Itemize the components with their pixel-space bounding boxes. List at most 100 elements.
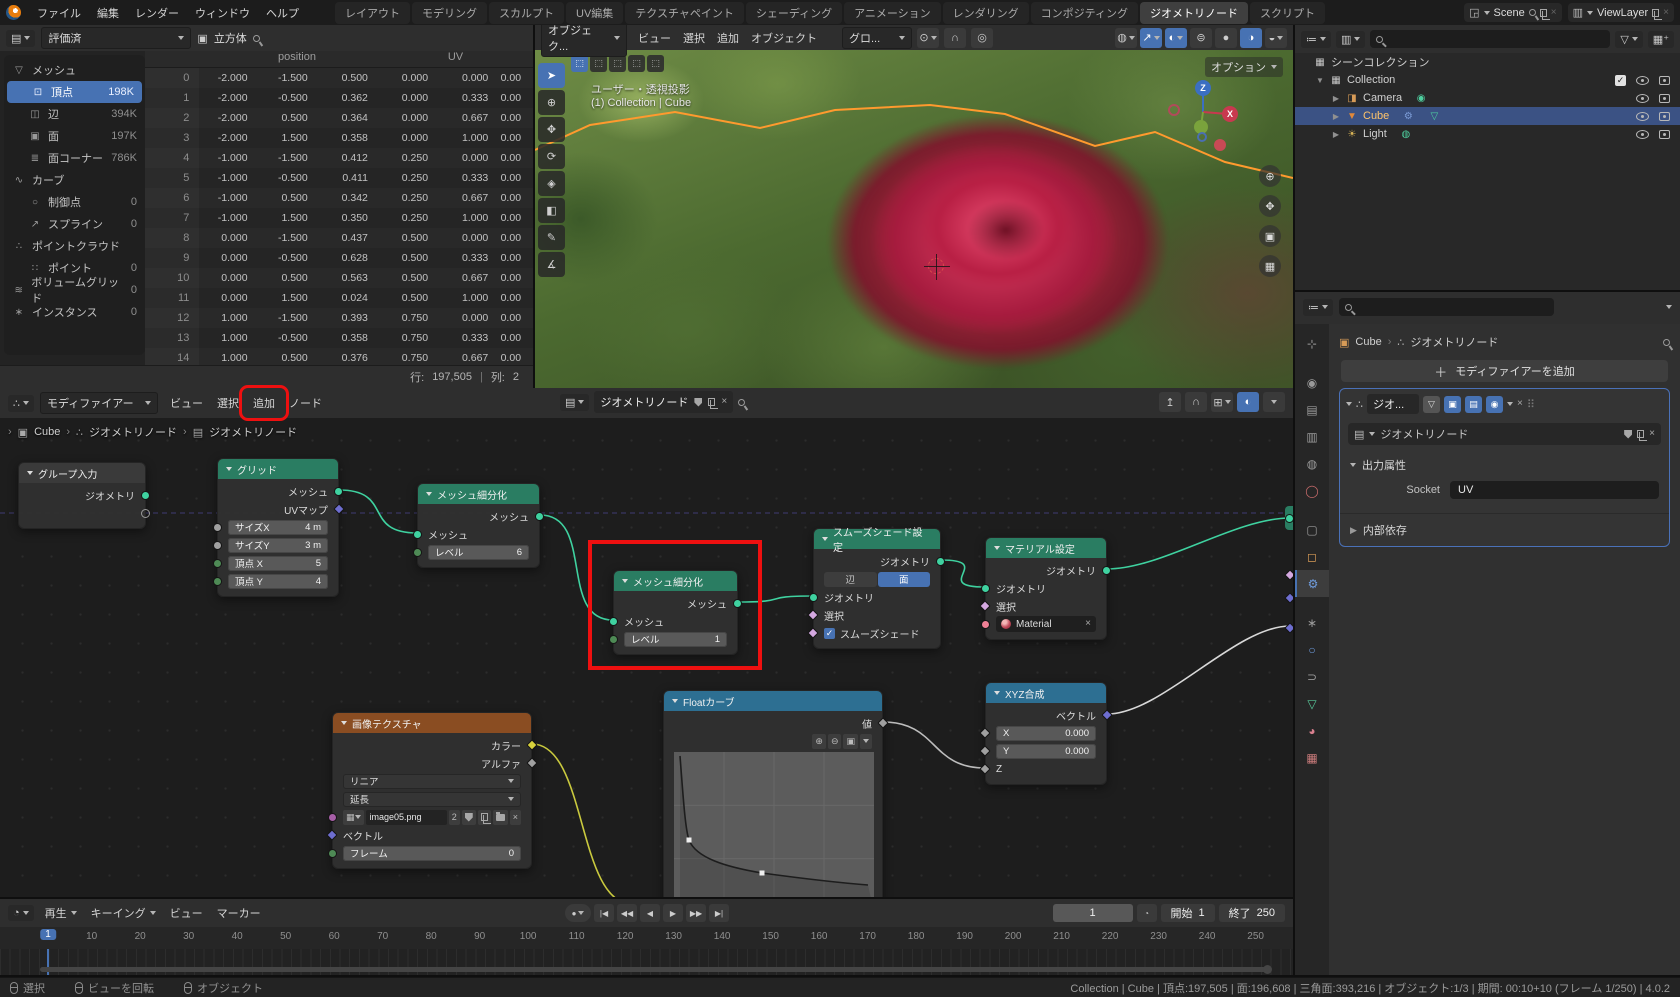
- socket-fd[interactable]: [979, 763, 991, 775]
- tab-モデリング[interactable]: モデリング: [412, 1, 487, 24]
- menu-ウィンドウ[interactable]: ウィンドウ: [187, 3, 258, 23]
- orientation-dropdown[interactable]: グロ...: [842, 26, 912, 49]
- socket-vd[interactable]: [333, 503, 345, 515]
- tab-テクスチャペイント[interactable]: テクスチャペイント: [625, 1, 744, 24]
- outliner-row-Camera[interactable]: ▶ ◨ Camera ◉: [1295, 89, 1680, 107]
- copy-icon[interactable]: [477, 809, 491, 825]
- zoom-icon[interactable]: ⊕: [1259, 165, 1281, 187]
- drag-handle[interactable]: ⠿: [1527, 398, 1536, 411]
- properties-search[interactable]: [1339, 298, 1554, 316]
- auto-key-button[interactable]: ●: [565, 904, 591, 922]
- node-set-shade-smooth[interactable]: スムーズシェード設定 ジオメトリ辺面ジオメトリ 選択 ✓ スムーズシェード: [807, 528, 945, 649]
- socket-int[interactable]: [213, 576, 222, 586]
- frame-end-field[interactable]: 終了 250: [1218, 904, 1285, 922]
- outliner-row-Light[interactable]: ▶ ☀ Light ◍: [1295, 125, 1680, 143]
- gizmo-axis-negx[interactable]: [1168, 104, 1180, 116]
- socket-geo[interactable]: [981, 583, 990, 593]
- select-mode-tweak-icon[interactable]: ⬚: [571, 55, 588, 72]
- use-preview-range-icon[interactable]: ◔: [1136, 904, 1157, 922]
- field-サイズX[interactable]: サイズX 4 m: [228, 519, 328, 535]
- snap-target-icon[interactable]: ⊙: [917, 27, 939, 48]
- socket-bd[interactable]: [807, 627, 819, 639]
- socket-int[interactable]: [413, 547, 422, 557]
- properties-tab-output[interactable]: ▤: [1295, 396, 1329, 423]
- socket-geo[interactable]: [733, 598, 742, 608]
- node-header[interactable]: メッシュ細分化: [614, 571, 737, 591]
- cage-toggle[interactable]: ▣: [1444, 395, 1461, 413]
- camera-view-icon[interactable]: ▣: [1259, 225, 1281, 247]
- add-modifier-button[interactable]: ＋モディファイアーを追加: [1341, 360, 1668, 382]
- output-attributes-section[interactable]: 出力属性: [1340, 449, 1669, 475]
- editor-type-button[interactable]: ◔: [8, 905, 34, 921]
- sidebar-item-スプライン[interactable]: ↗ スプライン 0: [4, 213, 145, 235]
- outliner-row-Cube[interactable]: ▶ ▼ Cube ⚙ ▽: [1295, 107, 1680, 125]
- socket-cd[interactable]: [526, 739, 538, 751]
- eye-icon[interactable]: [1636, 129, 1649, 139]
- node-header[interactable]: Floatカーブ: [664, 691, 882, 711]
- timeline-ruler[interactable]: 1 10 20 30 40 50 60 70 80 90 100 110 120 130 140 150 160…: [0, 927, 1293, 949]
- socket-float[interactable]: [213, 522, 222, 532]
- sidebar-item-頂点[interactable]: ⊡ 頂点 198K: [7, 81, 142, 103]
- properties-tab-data[interactable]: ▽: [1295, 690, 1329, 717]
- snap-magnet-icon[interactable]: ∩: [1185, 392, 1207, 412]
- node-set-material[interactable]: マテリアル設定 ジオメトリ ジオメトリ 選択 Material ×: [979, 537, 1111, 640]
- render-camera-icon[interactable]: [1659, 75, 1670, 85]
- float-curve-widget[interactable]: [674, 752, 874, 897]
- node-header[interactable]: スムーズシェード設定: [814, 528, 940, 554]
- modifier-panel-header[interactable]: ∴ ジオ... ▽ ▣ ▤ ◉ × ⠿: [1340, 389, 1669, 419]
- image-datablock[interactable]: ▦ image05.png 2 ×: [343, 809, 521, 825]
- display-mode-button[interactable]: ▥: [1336, 30, 1366, 48]
- node-tree-datablock[interactable]: ▤ ジオメトリノード ×: [560, 391, 747, 413]
- jump-end-button[interactable]: ▶|: [709, 904, 729, 922]
- options-chevron-icon[interactable]: [860, 733, 872, 749]
- proportional-edit-icon[interactable]: ◎: [971, 27, 993, 48]
- tab-シェーディング[interactable]: シェーディング: [745, 1, 843, 24]
- tab-ジオメトリノード[interactable]: ジオメトリノード: [1139, 1, 1248, 24]
- select-mode-lasso-icon[interactable]: ⬚: [628, 55, 645, 72]
- overlays-toggle-icon[interactable]: ◐: [1165, 27, 1187, 48]
- gizmo-toggle-icon[interactable]: ↗: [1140, 27, 1162, 48]
- field-X[interactable]: X 0.000: [996, 725, 1096, 741]
- sidebar-item-メッシュ[interactable]: ▽ メッシュ: [4, 59, 145, 81]
- properties-tab-texture[interactable]: ▦: [1295, 744, 1329, 771]
- shading-wireframe-icon[interactable]: ⊜: [1190, 27, 1212, 48]
- properties-tab-scene[interactable]: ◍: [1295, 450, 1329, 477]
- measure-tool-icon[interactable]: ∡: [538, 252, 565, 277]
- properties-tab-collection[interactable]: ▢: [1295, 516, 1329, 543]
- overlays-toggle-icon[interactable]: ◐: [1237, 392, 1259, 412]
- render-camera-icon[interactable]: [1659, 111, 1670, 121]
- node-group-selector[interactable]: ▤ ジオメトリノード ×: [1348, 423, 1661, 445]
- node-subdiv-2[interactable]: メッシュ細分化 メッシュ メッシュ レベル 1: [609, 570, 742, 655]
- field-Y[interactable]: Y 0.000: [996, 743, 1096, 759]
- socket-fd[interactable]: [877, 717, 889, 729]
- editor-type-button[interactable]: ≔: [1301, 30, 1331, 48]
- eye-icon[interactable]: [1636, 111, 1649, 121]
- options-dropdown[interactable]: オプション: [1205, 57, 1283, 77]
- eye-icon[interactable]: [1636, 93, 1649, 103]
- timeline-menu-マーカー[interactable]: マーカー: [211, 903, 267, 923]
- close-icon[interactable]: ×: [509, 809, 521, 825]
- select-tool-icon[interactable]: ➤: [538, 63, 565, 88]
- node-menu-ノード[interactable]: ノード: [283, 393, 328, 413]
- sidebar-item-辺[interactable]: ◫ 辺 394K: [4, 103, 145, 125]
- image-icon[interactable]: ▦: [343, 809, 364, 825]
- properties-tab-object[interactable]: ◻: [1295, 543, 1329, 570]
- zoom-in-icon[interactable]: ⊕: [812, 733, 826, 749]
- annotate-eyedropper-icon[interactable]: ◍: [1115, 27, 1137, 48]
- scale-tool-icon[interactable]: ◈: [538, 171, 565, 196]
- socket-mat[interactable]: [981, 619, 990, 629]
- node-header[interactable]: グループ入力: [19, 463, 145, 483]
- mode-dropdown[interactable]: オブジェク...: [541, 25, 627, 57]
- rotate-tool-icon[interactable]: ⟳: [538, 144, 565, 169]
- tab-アニメーション[interactable]: アニメーション: [844, 1, 941, 24]
- pin-icon[interactable]: [1661, 337, 1672, 347]
- socket-geo[interactable]: [936, 556, 945, 566]
- sidebar-item-ボリュームグリッド[interactable]: ≋ ボリュームグリッド 0: [4, 277, 145, 305]
- field-サイズY[interactable]: サイズY 3 m: [228, 537, 328, 553]
- viewport-3d[interactable]: オブジェク... ビュー 選択 追加 オブジェクト グロ... ⊙ ∩ ◎ ◍ ↗ ◐…: [535, 25, 1293, 388]
- filter-button[interactable]: ▽: [1615, 30, 1643, 48]
- edit-mode-toggle[interactable]: ▽: [1423, 395, 1440, 413]
- menu-ヘルプ[interactable]: ヘルプ: [258, 3, 307, 23]
- socket-img[interactable]: [328, 812, 337, 822]
- checkbox[interactable]: ✓: [1615, 74, 1626, 86]
